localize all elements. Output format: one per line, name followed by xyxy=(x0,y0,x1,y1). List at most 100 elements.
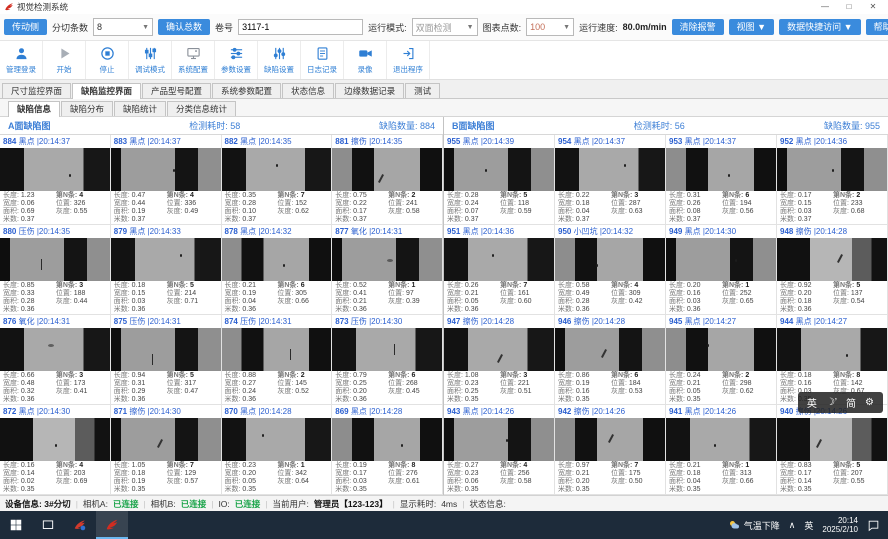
defect-thumbnail[interactable] xyxy=(555,418,665,461)
ime-settings-icon[interactable]: ⚙ xyxy=(865,397,874,408)
defect-cell[interactable]: 876 氧化 |20:14:31长度: 0.66宽度: 0.48面积: 0.32… xyxy=(0,315,111,405)
defect-thumbnail[interactable] xyxy=(111,418,221,461)
defect-cell[interactable]: 941 黑点 |20:14:26长度: 0.21宽度: 0.18面积: 0.04… xyxy=(666,405,777,495)
slit-count-select[interactable]: 8▼ xyxy=(93,18,153,36)
action-camera-button[interactable]: 录像 xyxy=(344,41,387,79)
defect-thumbnail[interactable] xyxy=(222,148,332,191)
defect-cell[interactable]: 942 擦伤 |20:14:26长度: 0.97宽度: 0.21面积: 0.20… xyxy=(555,405,666,495)
defect-cell[interactable]: 880 压伤 |20:14:35长度: 0.85宽度: 0.33面积: 0.28… xyxy=(0,225,111,315)
defect-cell[interactable]: 947 擦伤 |20:14:28长度: 1.08宽度: 0.23面积: 0.25… xyxy=(444,315,555,405)
main-tab-4[interactable]: 状态信息 xyxy=(282,83,334,98)
defect-thumbnail[interactable] xyxy=(111,148,221,191)
defect-thumbnail[interactable] xyxy=(111,238,221,281)
clear-alarm-button[interactable]: 清除报警 xyxy=(672,19,724,35)
defect-thumbnail[interactable] xyxy=(666,148,776,191)
defect-thumbnail[interactable] xyxy=(222,238,332,281)
taskbar-app-active[interactable] xyxy=(96,511,128,539)
sub-tab-2[interactable]: 缺陷统计 xyxy=(114,101,166,116)
ime-simplified-toggle[interactable]: 简 xyxy=(846,395,856,410)
defect-cell[interactable]: 948 擦伤 |20:14:28长度: 0.92宽度: 0.20面积: 0.18… xyxy=(777,225,888,315)
defect-thumbnail[interactable] xyxy=(444,238,554,281)
tray-expand-caret[interactable]: ∧ xyxy=(789,520,796,531)
defect-thumbnail[interactable] xyxy=(666,328,776,371)
main-tab-6[interactable]: 测试 xyxy=(405,83,440,98)
defect-cell[interactable]: 940 擦伤 |20:14:26长度: 0.83宽度: 0.17面积: 0.14… xyxy=(777,405,888,495)
defect-thumbnail[interactable] xyxy=(222,418,332,461)
action-log-button[interactable]: 日志记录 xyxy=(301,41,344,79)
defect-cell[interactable]: 872 黑点 |20:14:30长度: 0.16宽度: 0.14面积: 0.02… xyxy=(0,405,111,495)
data-quick-access-button[interactable]: 数据快捷访问 ▼ xyxy=(779,19,860,35)
ime-mode-icon[interactable]: ☽’ xyxy=(826,397,837,408)
defect-cell[interactable]: 870 黑点 |20:14:28长度: 0.23宽度: 0.20面积: 0.05… xyxy=(222,405,333,495)
minimize-button[interactable]: — xyxy=(814,0,836,14)
maximize-button[interactable]: □ xyxy=(838,0,860,14)
main-tab-5[interactable]: 边缘数据记录 xyxy=(335,83,404,98)
clock[interactable]: 20:14 2025/2/10 xyxy=(822,516,858,535)
ime-english-toggle[interactable]: 英 xyxy=(807,395,817,410)
defect-cell[interactable]: 945 黑点 |20:14:27长度: 0.24宽度: 0.21面积: 0.05… xyxy=(666,315,777,405)
chart-points-select[interactable]: 100▼ xyxy=(526,18,574,36)
defect-thumbnail[interactable] xyxy=(444,418,554,461)
action-exit-button[interactable]: 退出程序 xyxy=(387,41,430,79)
defect-thumbnail[interactable] xyxy=(777,148,887,191)
sub-tab-3[interactable]: 分类信息统计 xyxy=(167,101,236,116)
defect-thumbnail[interactable] xyxy=(0,148,110,191)
taskbar-app-1[interactable] xyxy=(64,511,96,539)
defect-thumbnail[interactable] xyxy=(666,418,776,461)
main-tab-0[interactable]: 尺寸监控界面 xyxy=(2,83,71,98)
defect-cell[interactable]: 954 黑点 |20:14:37长度: 0.22宽度: 0.18面积: 0.04… xyxy=(555,135,666,225)
defect-cell[interactable]: 871 擦伤 |20:14:30长度: 1.05宽度: 0.18面积: 0.19… xyxy=(111,405,222,495)
main-tab-1[interactable]: 缺陷监控界面 xyxy=(72,83,141,99)
main-tab-3[interactable]: 系统参数配置 xyxy=(212,83,281,98)
notification-icon[interactable] xyxy=(867,519,880,532)
roll-number-input[interactable] xyxy=(238,19,363,35)
defect-cell[interactable]: 875 压伤 |20:14:31长度: 0.94宽度: 0.31面积: 0.29… xyxy=(111,315,222,405)
action-user-button[interactable]: 管理登录 xyxy=(0,41,43,79)
ime-switch-overlay[interactable]: 英 ☽’ 简 ⚙ xyxy=(798,392,883,413)
defect-cell[interactable]: 873 压伤 |20:14:30长度: 0.79宽度: 0.25面积: 0.20… xyxy=(332,315,443,405)
action-tune-button[interactable]: 调试模式 xyxy=(129,41,172,79)
defect-thumbnail[interactable] xyxy=(222,328,332,371)
defect-thumbnail[interactable] xyxy=(0,418,110,461)
defect-cell[interactable]: 946 擦伤 |20:14:28长度: 0.86宽度: 0.19面积: 0.16… xyxy=(555,315,666,405)
defect-thumbnail[interactable] xyxy=(332,238,442,281)
drive-side-button[interactable]: 传动侧 xyxy=(4,19,47,35)
defect-cell[interactable]: 951 黑点 |20:14:36长度: 0.26宽度: 0.21面积: 0.05… xyxy=(444,225,555,315)
run-mode-select[interactable]: 双面检测▼ xyxy=(412,18,478,36)
defect-thumbnail[interactable] xyxy=(0,238,110,281)
action-monitor-button[interactable]: 系统配置 xyxy=(172,41,215,79)
close-button[interactable]: ✕ xyxy=(862,0,884,14)
defect-thumbnail[interactable] xyxy=(332,418,442,461)
defect-thumbnail[interactable] xyxy=(332,328,442,371)
defect-cell[interactable]: 878 黑点 |20:14:32长度: 0.21宽度: 0.19面积: 0.04… xyxy=(222,225,333,315)
defect-thumbnail[interactable] xyxy=(555,238,665,281)
action-stop-button[interactable]: 停止 xyxy=(86,41,129,79)
defect-thumbnail[interactable] xyxy=(666,238,776,281)
help-menu-button[interactable]: 帮助 ▼ xyxy=(866,19,888,35)
defect-thumbnail[interactable] xyxy=(777,418,887,461)
defect-thumbnail[interactable] xyxy=(444,328,554,371)
action-play-button[interactable]: 开始 xyxy=(43,41,86,79)
defect-cell[interactable]: 950 小凹坑 |20:14:32长度: 0.58宽度: 0.49面积: 0.2… xyxy=(555,225,666,315)
defect-cell[interactable]: 882 黑点 |20:14:35长度: 0.35宽度: 0.28面积: 0.10… xyxy=(222,135,333,225)
confirm-total-button[interactable]: 确认总数 xyxy=(158,19,210,35)
defect-thumbnail[interactable] xyxy=(777,238,887,281)
defect-cell[interactable]: 879 黑点 |20:14:33长度: 0.18宽度: 0.15面积: 0.03… xyxy=(111,225,222,315)
defect-thumbnail[interactable] xyxy=(555,328,665,371)
sub-tab-0[interactable]: 缺陷信息 xyxy=(8,101,60,117)
defect-cell[interactable]: 883 黑点 |20:14:37长度: 0.47宽度: 0.44面积: 0.19… xyxy=(111,135,222,225)
defect-thumbnail[interactable] xyxy=(777,328,887,371)
defect-cell[interactable]: 955 黑点 |20:14:39长度: 0.28宽度: 0.24面积: 0.07… xyxy=(444,135,555,225)
weather-widget[interactable]: 气温下降 xyxy=(728,519,780,532)
view-menu-button[interactable]: 视图 ▼ xyxy=(729,19,774,35)
defect-cell[interactable]: 884 黑点 |20:14:37长度: 1.23宽度: 0.06面积: 0.69… xyxy=(0,135,111,225)
action-levels-button[interactable]: 缺陷设置 xyxy=(258,41,301,79)
defect-cell[interactable]: 874 压伤 |20:14:31长度: 0.88宽度: 0.27面积: 0.24… xyxy=(222,315,333,405)
task-view-button[interactable] xyxy=(32,511,64,539)
defect-cell[interactable]: 881 擦伤 |20:14:35长度: 0.75宽度: 0.22面积: 0.17… xyxy=(332,135,443,225)
defect-cell[interactable]: 869 黑点 |20:14:28长度: 0.19宽度: 0.17面积: 0.03… xyxy=(332,405,443,495)
start-button[interactable] xyxy=(0,511,32,539)
sub-tab-1[interactable]: 缺陷分布 xyxy=(61,101,113,116)
defect-thumbnail[interactable] xyxy=(111,328,221,371)
defect-cell[interactable]: 877 氧化 |20:14:31长度: 0.52宽度: 0.41面积: 0.21… xyxy=(332,225,443,315)
